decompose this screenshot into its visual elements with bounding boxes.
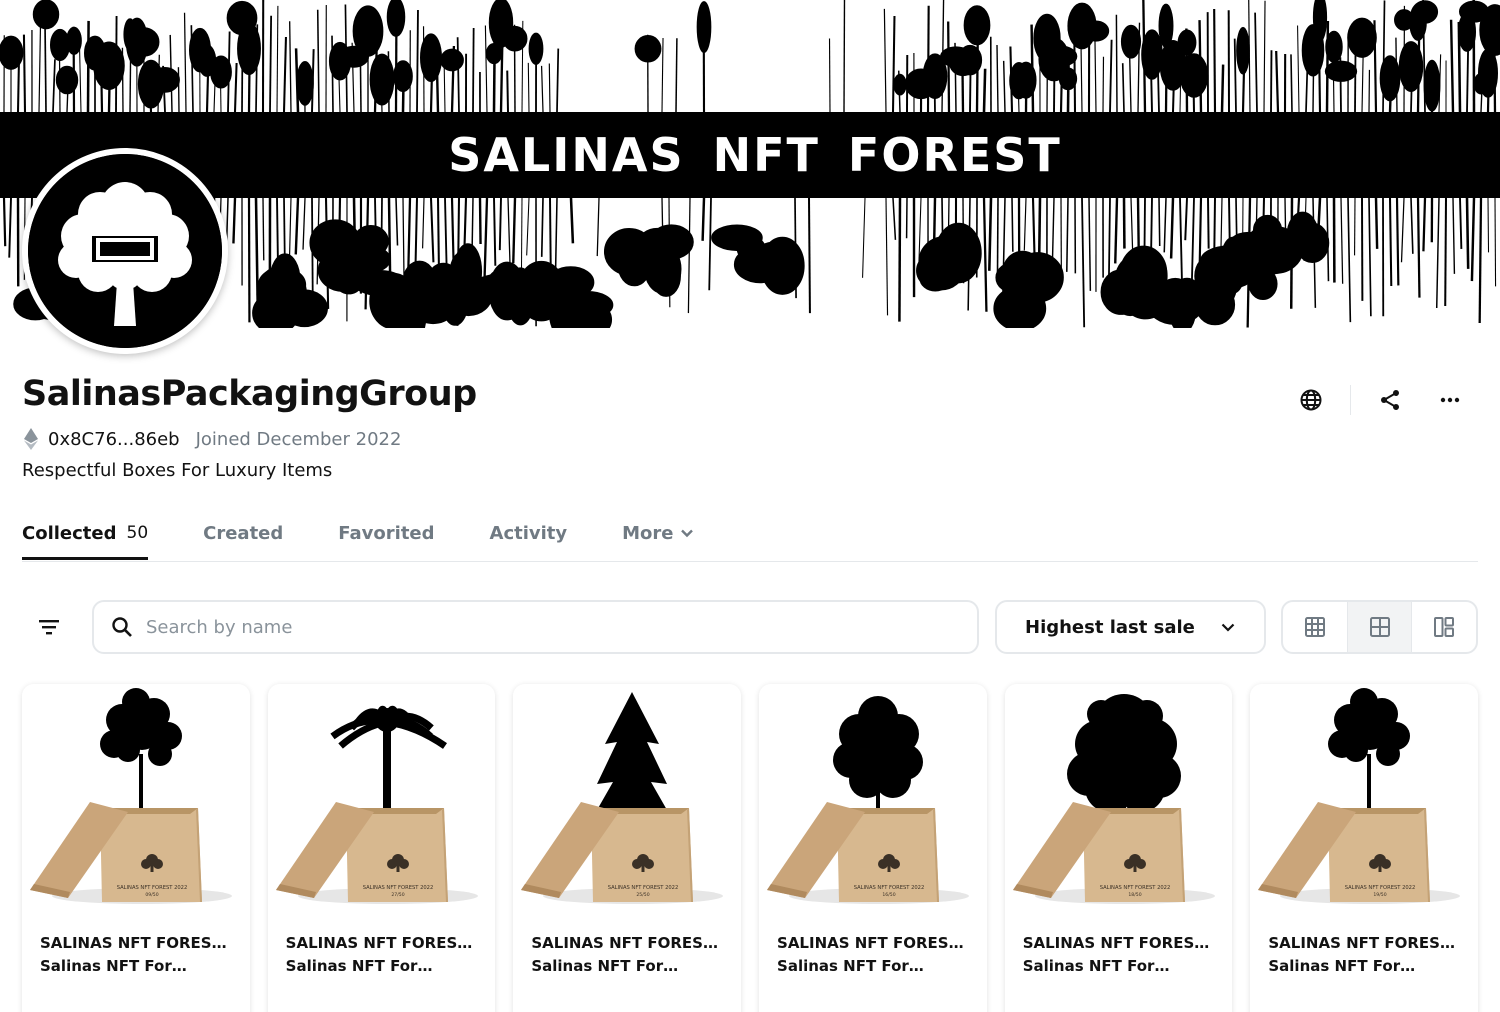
nft-title: SALINAS NFT FOREST 2022 [40,934,232,952]
more-options-button[interactable] [1430,380,1470,420]
website-button[interactable] [1291,380,1331,420]
search-box[interactable] [92,600,979,654]
nft-collection-name: Salinas NFT Forest [531,957,682,975]
box-edition: 18/50 [1128,892,1141,898]
joined-date: Joined December 2022 [195,428,402,450]
nft-card[interactable]: SALINAS NFT FOREST 2022 25/50 SALINAS NF… [513,684,742,1012]
nft-card-body: SALINAS NFT FOREST 2022 Salinas NFT Fore… [268,912,496,978]
view-masonry-button[interactable] [1411,602,1476,652]
ethereum-icon [24,428,40,450]
box-edition: 16/50 [882,892,895,898]
masonry-icon [1434,617,1455,637]
chevron-down-icon [680,529,693,538]
nft-collection-name: Salinas NFT Forest [285,957,436,975]
nft-card[interactable]: SALINAS NFT FOREST 2022 18/50 SALINAS NF… [1004,684,1233,1012]
nft-title: SALINAS NFT FOREST 2022 [285,934,478,952]
tab-favorited[interactable]: Favorited [338,518,434,561]
filter-icon [39,620,59,635]
view-mode-toggle [1281,600,1478,654]
view-grid-large-button[interactable] [1283,602,1347,652]
nft-image: SALINAS NFT FOREST 2022 27/50 [267,684,496,912]
tab-label: More [622,523,674,544]
grid-small-icon [1369,617,1390,637]
nft-image: SALINAS NFT FOREST 2022 25/50 [513,684,742,912]
profile-name: SalinasPackagingGroup [22,374,477,414]
nft-card[interactable]: SALINAS NFT FOREST 2022 19/50 SALINAS NF… [1250,684,1479,1012]
box-label: SALINAS NFT FOREST 2022 [362,885,433,891]
nft-collection-name: Salinas NFT Forest [1268,957,1419,975]
tab-label: Activity [489,523,568,544]
view-grid-small-button[interactable] [1346,602,1412,652]
banner-strip: SALINAS NFT FOREST [0,112,1500,198]
profile-meta: 0x8C76...86eb Joined December 2022 [24,428,401,450]
more-icon [1440,397,1460,403]
box-label: SALINAS NFT FOREST 2022 [117,885,188,891]
box-label: SALINAS NFT FOREST 2022 [854,885,925,891]
wallet-address[interactable]: 0x8C76...86eb [48,429,180,450]
tab-collected[interactable]: Collected 50 [22,518,149,560]
divider [1350,385,1351,415]
nft-image: SALINAS NFT FOREST 2022 19/50 [1250,684,1479,912]
profile-actions [1291,380,1470,420]
globe-icon [1300,389,1322,411]
filter-button[interactable] [22,600,76,654]
nft-image: SALINAS NFT FOREST 2022 16/50 [759,684,987,912]
tab-created[interactable]: Created [203,518,283,561]
nft-title: SALINAS NFT FOREST 2022 [1268,934,1460,952]
avatar[interactable] [22,148,228,354]
sort-dropdown[interactable]: Highest last sale [995,600,1266,654]
box-edition: 09/50 [145,892,158,898]
chevron-down-icon [1221,623,1235,632]
search-icon [112,617,132,637]
tab-label: Created [203,523,284,544]
nft-card-body: SALINAS NFT FOREST 2022 Salinas NFT Fore… [759,912,987,978]
tab-activity[interactable]: Activity [490,518,568,561]
nft-title: SALINAS NFT FOREST 2022 [531,934,723,952]
tab-more[interactable]: More [622,518,693,561]
nft-collection-name: Salinas NFT Forest [40,957,190,975]
tab-label: Favorited [338,523,435,544]
nft-collection-name: Salinas NFT Forest [1022,957,1173,975]
box-edition: 25/50 [637,892,650,898]
nft-card[interactable]: SALINAS NFT FOREST 2022 09/50 SALINAS NF… [22,684,250,1012]
tab-count: 50 [126,523,149,543]
nft-card-body: SALINAS NFT FOREST 2022 Salinas NFT Fore… [1005,912,1233,978]
profile-bio: Respectful Boxes For Luxury Items [22,460,333,481]
profile-tabs: Collected 50 Created Favorited Activity … [22,518,1478,562]
share-icon [1381,390,1399,410]
box-edition: 19/50 [1374,892,1387,898]
tree-logo-icon [28,154,222,348]
nft-image: SALINAS NFT FOREST 2022 18/50 [1004,684,1233,912]
banner-title: SALINAS NFT FOREST [448,128,1062,182]
nft-grid: SALINAS NFT FOREST 2022 09/50 SALINAS NF… [22,684,1479,1012]
grid-large-icon [1304,617,1325,637]
nft-image: SALINAS NFT FOREST 2022 09/50 [22,684,250,912]
box-label: SALINAS NFT FOREST 2022 [1099,885,1170,891]
box-edition: 27/50 [391,892,404,898]
box-label: SALINAS NFT FOREST 2022 [1345,885,1416,891]
nft-title: SALINAS NFT FOREST 2022 [1022,934,1215,952]
tab-label: Collected [22,523,117,544]
nft-card-body: SALINAS NFT FOREST 2022 Salinas NFT Fore… [513,912,741,978]
box-label: SALINAS NFT FOREST 2022 [608,885,679,891]
nft-card-body: SALINAS NFT FOREST 2022 Salinas NFT Fore… [1250,912,1478,978]
sort-label: Highest last sale [1025,616,1195,638]
nft-card[interactable]: SALINAS NFT FOREST 2022 27/50 SALINAS NF… [267,684,496,1012]
nft-title: SALINAS NFT FOREST 2022 [777,934,969,952]
profile-banner: SALINAS NFT FOREST [0,0,1500,328]
nft-collection-name: Salinas NFT Forest [777,957,928,975]
nft-card[interactable]: SALINAS NFT FOREST 2022 16/50 SALINAS NF… [759,684,987,1012]
search-input[interactable] [146,616,946,638]
nft-card-body: SALINAS NFT FOREST 2022 Salinas NFT Fore… [22,912,250,978]
share-button[interactable] [1370,380,1410,420]
